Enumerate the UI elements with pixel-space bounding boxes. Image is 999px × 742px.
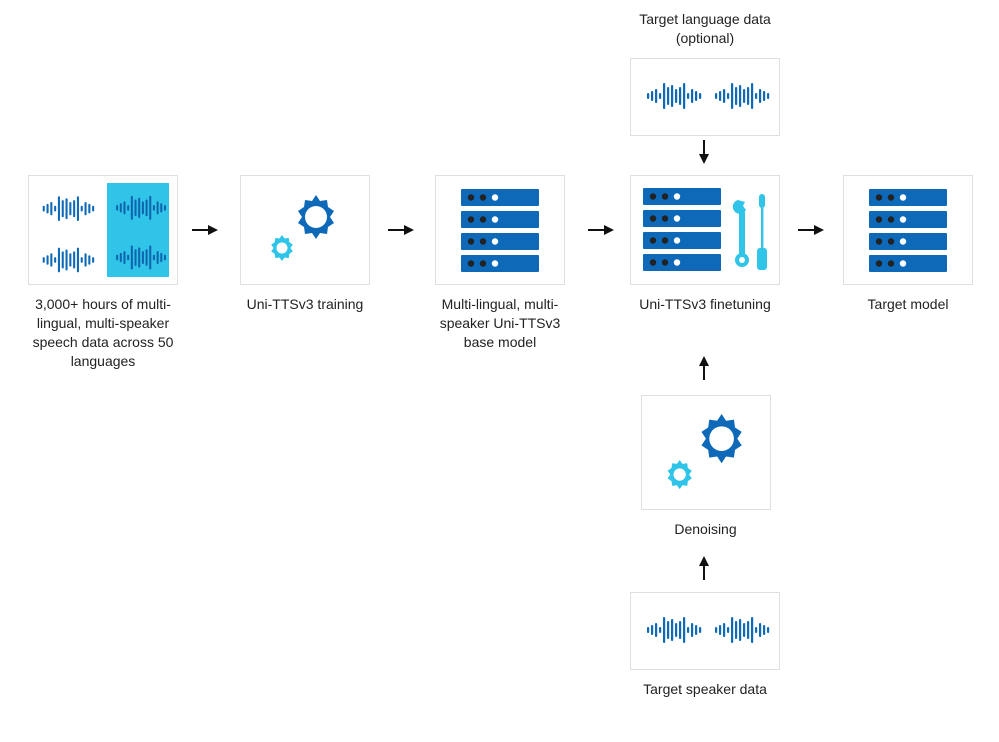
denoising-caption: Denoising: [674, 520, 736, 539]
arrow-up-icon: [698, 556, 712, 582]
server-stack-icon: [863, 185, 953, 275]
input-data-box: [28, 175, 178, 285]
arrow-right-icon: [588, 224, 616, 238]
input-data-caption: 3,000+ hours of multi-lingual, multi-spe…: [23, 295, 183, 371]
node-denoising: Denoising: [638, 395, 773, 539]
arrow-down-icon: [698, 140, 712, 166]
target-speaker-caption: Target speaker data: [643, 680, 767, 699]
node-target-model: Target model: [838, 175, 978, 314]
target-lang-box: [630, 58, 780, 136]
audio-data-icon: [639, 611, 771, 651]
target-lang-caption: Target language data (optional): [630, 10, 780, 48]
finetuning-icon: [639, 184, 771, 276]
base-model-box: [435, 175, 565, 285]
base-model-caption: Multi-lingual, multi-speaker Uni-TTSv3 b…: [425, 295, 575, 352]
training-gears-icon: [262, 191, 348, 269]
arrow-right-icon: [192, 224, 220, 238]
node-target-speaker: Target speaker data: [630, 592, 780, 699]
target-speaker-box: [630, 592, 780, 670]
target-model-box: [843, 175, 973, 285]
node-target-lang: Target language data (optional): [630, 10, 780, 136]
target-model-caption: Target model: [868, 295, 949, 314]
arrow-up-icon: [698, 356, 712, 382]
node-training: Uni-TTSv3 training: [235, 175, 375, 314]
training-box: [240, 175, 370, 285]
node-base-model: Multi-lingual, multi-speaker Uni-TTSv3 b…: [425, 175, 575, 352]
denoising-box: [641, 395, 771, 510]
finetuning-caption: Uni-TTSv3 finetuning: [639, 295, 771, 314]
arrow-right-icon: [388, 224, 416, 238]
training-caption: Uni-TTSv3 training: [247, 295, 364, 314]
server-stack-icon: [455, 185, 545, 275]
denoising-gears-icon: [658, 408, 754, 498]
audio-data-icon: [639, 77, 771, 117]
arrow-right-icon: [798, 224, 826, 238]
speech-data-icon: [37, 183, 169, 277]
finetuning-box: [630, 175, 780, 285]
node-finetuning: Uni-TTSv3 finetuning: [630, 175, 780, 314]
node-input-data: 3,000+ hours of multi-lingual, multi-spe…: [23, 175, 183, 371]
